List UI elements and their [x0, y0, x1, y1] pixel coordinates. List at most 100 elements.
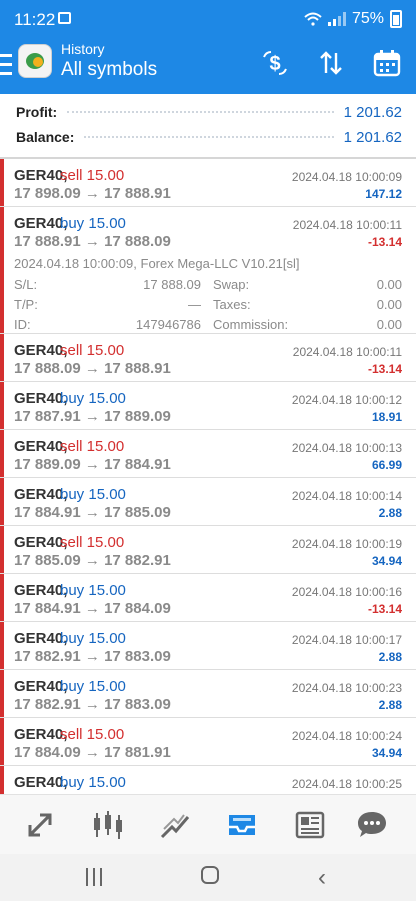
gallery-icon [58, 12, 71, 24]
deal-side: buy 15.00 [60, 486, 126, 503]
deal-side: sell 15.00 [60, 534, 125, 551]
deal-row[interactable]: GER40, sell 15.00 17 884.09 → 17 881.91 202… [0, 718, 416, 766]
deal-indicator-bar [0, 718, 4, 765]
deal-profit: -13.14 [367, 362, 402, 376]
news-icon[interactable] [288, 803, 332, 847]
deposit-icon[interactable]: $ [260, 48, 290, 78]
deal-row[interactable]: GER40, buy 15.00 17 888.91 → 17 888.09 2024… [0, 207, 416, 334]
wifi-icon [304, 12, 322, 26]
dotted-leader [84, 136, 334, 138]
quotes-icon[interactable] [18, 803, 62, 847]
deal-indicator-bar [0, 382, 4, 429]
deal-time: 2024.04.18 10:00:25 [291, 777, 402, 791]
deal-time: 2024.04.18 10:00:09 [291, 170, 402, 184]
deal-time: 2024.04.18 10:00:13 [291, 441, 402, 455]
app-subtitle: History [61, 41, 105, 57]
taxes-value: 0.00 [376, 297, 402, 312]
deal-details-line: 2024.04.18 10:00:09, Forex Mega-LLC V10.… [14, 256, 300, 271]
bottom-nav [0, 794, 416, 854]
tp-label: T/P: [14, 297, 38, 312]
deal-row[interactable]: GER40, sell 15.00 17 888.09 → 17 888.91 202… [0, 334, 416, 382]
deal-profit: 34.94 [371, 554, 402, 568]
deal-side: buy 15.00 [60, 678, 126, 695]
deal-row[interactable]: GER40, sell 15.00 17 898.09 → 17 888.91 202… [0, 159, 416, 207]
deal-profit: 147.12 [365, 187, 402, 201]
signal-icon [327, 12, 346, 26]
deal-details: 2024.04.18 10:00:09, Forex Mega-LLC V10.… [14, 256, 402, 337]
deal-row[interactable]: GER40, buy 15.00 2024.04.18 10:00:25 [0, 766, 416, 794]
deal-time: 2024.04.18 10:00:16 [291, 585, 402, 599]
deal-indicator-bar [0, 526, 4, 573]
profit-value: 1 201.62 [343, 103, 402, 121]
deal-profit: 66.99 [371, 458, 402, 472]
deal-prices: 17 882.91 → 17 883.09 [14, 648, 171, 665]
swap-label: Swap: [213, 277, 250, 292]
deal-indicator-bar [0, 159, 4, 206]
deal-side: buy 15.00 [60, 774, 126, 791]
deal-row[interactable]: GER40, sell 15.00 17 889.09 → 17 884.91 202… [0, 430, 416, 478]
battery-icon [390, 10, 402, 28]
chart-icon[interactable] [86, 803, 130, 847]
deal-side: buy 15.00 [60, 390, 126, 407]
tp-value: — [188, 297, 201, 312]
android-nav-bar: ‹ [0, 854, 416, 901]
sl-value: 17 888.09 [143, 277, 201, 292]
deal-prices: 17 884.91 → 17 884.09 [14, 600, 171, 617]
history-summary: Profit: 1 201.62 Balance: 1 201.62 [0, 94, 416, 158]
deal-time: 2024.04.18 10:00:12 [291, 393, 402, 407]
deal-row[interactable]: GER40, sell 15.00 17 885.09 → 17 882.91 202… [0, 526, 416, 574]
profit-label: Profit: [16, 104, 58, 120]
deal-profit: 34.94 [371, 746, 402, 760]
deal-indicator-bar [0, 207, 4, 333]
deal-prices: 17 889.09 → 17 884.91 [14, 456, 171, 473]
deal-indicator-bar [0, 766, 4, 794]
deal-profit: 2.88 [378, 650, 402, 664]
app-title[interactable]: All symbols [61, 59, 157, 81]
deal-indicator-bar [0, 478, 4, 525]
menu-icon[interactable] [0, 52, 12, 78]
app-logo-icon [18, 44, 52, 78]
home-icon[interactable] [201, 866, 219, 884]
deal-time: 2024.04.18 10:00:11 [292, 218, 402, 232]
deal-indicator-bar [0, 334, 4, 381]
deal-row[interactable]: GER40, buy 15.00 17 884.91 → 17 885.09 2024… [0, 478, 416, 526]
deal-row[interactable]: GER40, buy 15.00 17 882.91 → 17 883.09 2024… [0, 670, 416, 718]
deal-side: sell 15.00 [60, 167, 125, 184]
deal-indicator-bar [0, 430, 4, 477]
deal-side: buy 15.00 [60, 215, 126, 232]
deal-profit: -13.14 [367, 602, 402, 616]
deal-list[interactable]: GER40, sell 15.00 17 898.09 → 17 888.91 202… [0, 159, 416, 794]
deal-prices: 17 884.09 → 17 881.91 [14, 744, 171, 761]
deal-indicator-bar [0, 670, 4, 717]
deal-prices: 17 884.91 → 17 885.09 [14, 504, 171, 521]
deal-side: sell 15.00 [60, 438, 125, 455]
history-icon[interactable] [220, 803, 264, 847]
deal-row[interactable]: GER40, buy 15.00 17 887.91 → 17 889.09 2024… [0, 382, 416, 430]
taxes-label: Taxes: [213, 297, 251, 312]
deal-prices: 17 882.91 → 17 883.09 [14, 696, 171, 713]
deal-time: 2024.04.18 10:00:14 [291, 489, 402, 503]
balance-row: Balance: 1 201.62 [16, 126, 402, 148]
deal-side: sell 15.00 [60, 342, 125, 359]
back-icon[interactable]: ‹ [318, 864, 326, 892]
deal-side: buy 15.00 [60, 582, 126, 599]
status-time: 11:22 [14, 10, 56, 29]
sort-icon[interactable] [316, 48, 346, 78]
deal-time: 2024.04.18 10:00:11 [292, 345, 402, 359]
deal-indicator-bar [0, 574, 4, 621]
deal-prices: 17 898.09 → 17 888.91 [14, 185, 171, 202]
status-right: 75% [304, 10, 402, 28]
deal-prices: 17 885.09 → 17 882.91 [14, 552, 171, 569]
deal-time: 2024.04.18 10:00:24 [291, 729, 402, 743]
deal-time: 2024.04.18 10:00:23 [291, 681, 402, 695]
deal-prices: 17 887.91 → 17 889.09 [14, 408, 171, 425]
deal-profit: 2.88 [378, 698, 402, 712]
calendar-icon[interactable] [372, 48, 402, 78]
deal-row[interactable]: GER40, buy 15.00 17 882.91 → 17 883.09 2024… [0, 622, 416, 670]
deal-row[interactable]: GER40, buy 15.00 17 884.91 → 17 884.09 2024… [0, 574, 416, 622]
messages-icon[interactable] [350, 803, 394, 847]
trade-icon[interactable] [154, 803, 198, 847]
balance-value: 1 201.62 [343, 128, 402, 146]
recent-apps-icon[interactable] [86, 868, 104, 886]
svg-text:$: $ [269, 53, 280, 75]
